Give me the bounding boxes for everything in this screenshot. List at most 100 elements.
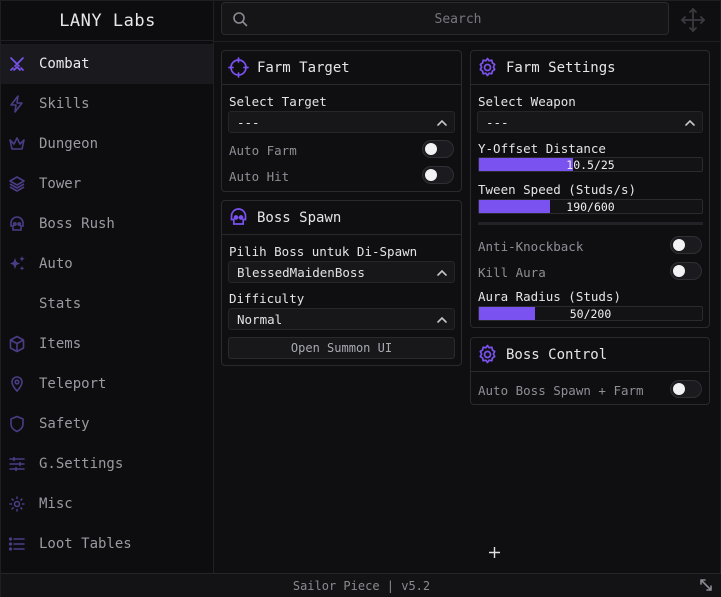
gear-icon xyxy=(8,495,26,513)
boss-control-panel: Boss Control Auto Boss Spawn + Farm xyxy=(470,337,710,405)
auto-farm-toggle[interactable] xyxy=(422,140,454,158)
toggle-knob xyxy=(673,265,685,277)
sidebar-item-stats[interactable]: Stats xyxy=(1,284,213,324)
select-value: BlessedMaidenBoss xyxy=(237,265,365,280)
status-text: Sailor Piece | v5.2 xyxy=(292,579,431,593)
toggle-knob xyxy=(425,169,437,181)
sidebar-item-label: Safety xyxy=(39,416,90,432)
tween-speed-label: Tween Speed (Studs/s) xyxy=(478,182,637,197)
panel-header: Farm Target xyxy=(222,51,461,85)
crosshair-icon xyxy=(228,57,249,78)
app-window: LANY Labs Combat Skills Dungeon Tower Bo… xyxy=(0,0,721,597)
auto-hit-label: Auto Hit xyxy=(229,169,290,184)
sidebar-item-tower[interactable]: Tower xyxy=(1,164,213,204)
auto-boss-spawn-label: Auto Boss Spawn + Farm xyxy=(478,383,644,398)
sidebar-item-loot-tables[interactable]: Loot Tables xyxy=(1,524,213,564)
difficulty-dropdown[interactable]: Normal xyxy=(228,308,455,330)
panel-header: Boss Spawn xyxy=(222,201,461,235)
sidebar-item-label: Teleport xyxy=(39,376,107,392)
y-offset-slider[interactable]: 10.5/25 xyxy=(478,157,703,172)
cursor-crosshair-icon xyxy=(489,547,500,558)
panel-title: Farm Settings xyxy=(506,60,616,76)
tween-speed-slider[interactable]: 190/600 xyxy=(478,199,703,214)
sparkles-icon xyxy=(8,255,26,273)
sidebar-item-misc[interactable]: Misc xyxy=(1,484,213,524)
search-bar[interactable] xyxy=(221,2,669,35)
select-target-dropdown[interactable]: --- xyxy=(228,111,455,133)
boss-spawn-panel: Boss Spawn Pilih Boss untuk Di-Spawn Ble… xyxy=(221,200,462,366)
auto-hit-toggle[interactable] xyxy=(422,166,454,184)
layers-icon xyxy=(8,175,26,193)
sidebar: LANY Labs Combat Skills Dungeon Tower Bo… xyxy=(1,1,214,573)
slider-value: 190/600 xyxy=(566,200,615,214)
crown-icon xyxy=(8,135,26,153)
panel-title: Boss Control xyxy=(506,347,608,363)
panel-title: Boss Spawn xyxy=(257,210,342,226)
farm-target-panel: Farm Target Select Target --- Auto Farm … xyxy=(221,50,462,192)
sidebar-item-boss-rush[interactable]: Boss Rush xyxy=(1,204,213,244)
sidebar-item-label: Dungeon xyxy=(39,136,99,152)
chevron-up-icon xyxy=(436,267,448,279)
chevron-up-icon xyxy=(436,314,448,326)
select-value: Normal xyxy=(237,312,283,327)
panel-header: Boss Control xyxy=(471,338,709,372)
status-bar: Sailor Piece | v5.2 xyxy=(1,573,721,597)
aura-radius-slider[interactable]: 50/200 xyxy=(478,306,703,321)
cube-icon xyxy=(8,335,26,353)
toggle-knob xyxy=(673,383,685,395)
anti-knockback-label: Anti-Knockback xyxy=(478,239,584,254)
gear-icon xyxy=(477,344,498,365)
sidebar-item-label: Combat xyxy=(39,56,90,72)
swords-icon xyxy=(8,55,26,73)
sidebar-item-label: Boss Rush xyxy=(39,216,115,232)
sidebar-item-auto[interactable]: Auto xyxy=(1,244,213,284)
sidebar-item-label: Items xyxy=(39,336,82,352)
open-summon-ui-button[interactable]: Open Summon UI xyxy=(228,337,455,359)
panel-header: Farm Settings xyxy=(471,51,709,85)
select-value: --- xyxy=(237,115,260,130)
resize-icon[interactable] xyxy=(698,577,714,593)
gear-icon xyxy=(477,57,498,78)
select-weapon-dropdown[interactable]: --- xyxy=(477,111,703,133)
slider-value: 50/200 xyxy=(569,307,612,321)
sidebar-item-g-settings[interactable]: G.Settings xyxy=(1,444,213,484)
kill-aura-toggle[interactable] xyxy=(670,262,702,280)
sidebar-item-combat[interactable]: Combat xyxy=(1,44,213,84)
sidebar-item-dungeon[interactable]: Dungeon xyxy=(1,124,213,164)
skull-icon xyxy=(8,215,26,233)
kill-aura-label: Kill Aura xyxy=(478,265,546,280)
toggle-knob xyxy=(425,143,437,155)
farm-settings-panel: Farm Settings Select Weapon --- Y-Offset… xyxy=(470,50,710,328)
sidebar-item-label: Misc xyxy=(39,496,73,512)
list-icon xyxy=(8,535,26,553)
sidebar-item-label: Stats xyxy=(39,296,82,312)
skull-icon xyxy=(228,207,249,228)
boss-select-dropdown[interactable]: BlessedMaidenBoss xyxy=(228,261,455,283)
header-divider xyxy=(214,41,721,42)
chevron-up-icon xyxy=(436,117,448,129)
search-input[interactable] xyxy=(258,7,658,31)
sliders-icon xyxy=(8,455,26,473)
select-weapon-label: Select Weapon xyxy=(478,94,576,109)
sidebar-item-label: Auto xyxy=(39,256,73,272)
section-divider xyxy=(478,222,703,225)
chevron-up-icon xyxy=(684,117,696,129)
aura-radius-label: Aura Radius (Studs) xyxy=(478,289,621,304)
sidebar-item-skills[interactable]: Skills xyxy=(1,84,213,124)
select-value: --- xyxy=(486,115,509,130)
sidebar-item-label: G.Settings xyxy=(39,456,124,472)
move-icon[interactable] xyxy=(679,6,707,34)
difficulty-label: Difficulty xyxy=(229,291,305,306)
search-icon xyxy=(232,11,248,27)
auto-farm-label: Auto Farm xyxy=(229,143,297,158)
map-pin-icon xyxy=(8,375,26,393)
sidebar-item-safety[interactable]: Safety xyxy=(1,404,213,444)
auto-boss-spawn-toggle[interactable] xyxy=(670,380,702,398)
anti-knockback-toggle[interactable] xyxy=(670,236,702,254)
panel-title: Farm Target xyxy=(257,60,350,76)
sidebar-item-label: Tower xyxy=(39,176,82,192)
slider-value: 10.5/25 xyxy=(566,158,615,172)
sidebar-item-teleport[interactable]: Teleport xyxy=(1,364,213,404)
sidebar-item-items[interactable]: Items xyxy=(1,324,213,364)
select-target-label: Select Target xyxy=(229,94,327,109)
